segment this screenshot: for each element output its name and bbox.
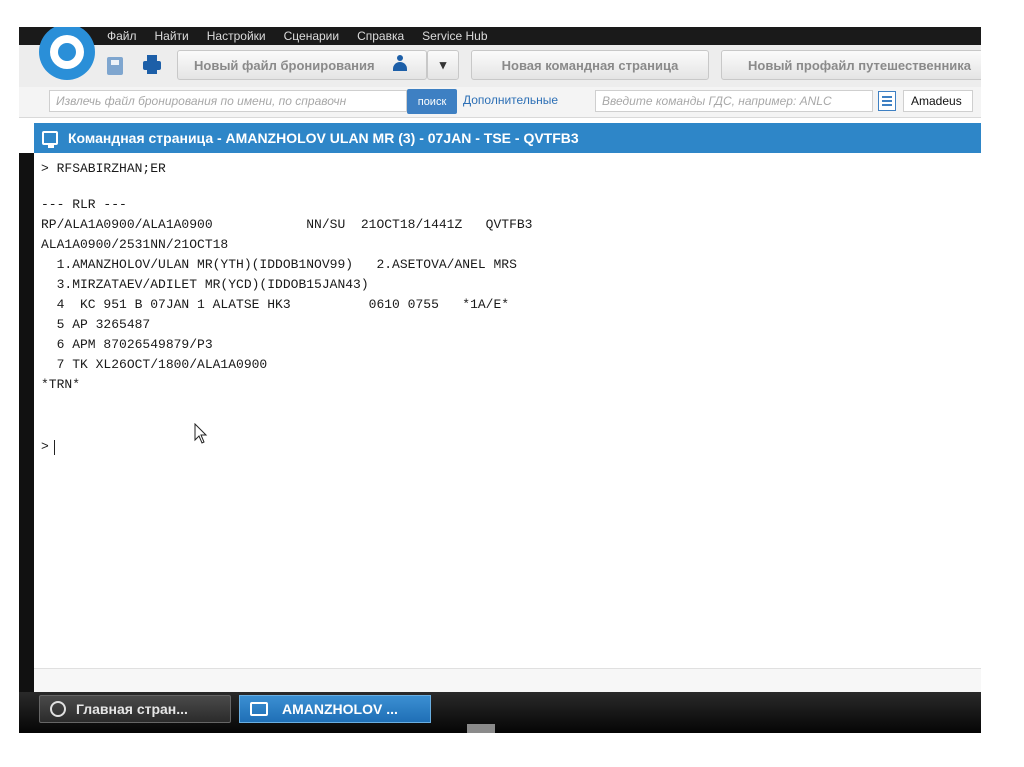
new-command-page-label: Новая командная страница — [501, 57, 679, 73]
provider-select[interactable]: Amadeus — [903, 90, 973, 112]
terminal-line: --- RLR --- — [41, 197, 127, 212]
taskbar-item-label: Главная стран... — [76, 701, 188, 717]
status-area — [34, 668, 981, 693]
menu-scenarios[interactable]: Сценарии — [284, 29, 339, 43]
terminal-line: RP/ALA1A0900/ALA1A0900 NN/SU 21OCT18/144… — [41, 217, 533, 232]
terminal-line: 6 APM 87026549879/P3 — [41, 337, 213, 352]
left-panel-edge — [19, 153, 34, 713]
new-traveler-profile-label: Новый профайл путешественника — [748, 57, 972, 73]
menu-settings[interactable]: Настройки — [207, 29, 266, 43]
menu-file[interactable]: Файл — [107, 29, 137, 43]
taskbar: Главная стран... AMANZHOLOV ... — [19, 692, 981, 733]
gds-command-input[interactable] — [595, 90, 873, 112]
menu-find[interactable]: Найти — [155, 29, 189, 43]
print-icon[interactable] — [143, 55, 161, 75]
menu-service-hub[interactable]: Service Hub — [422, 29, 487, 43]
new-booking-file-button[interactable]: Новый файл бронирования — [177, 50, 427, 80]
menu-help[interactable]: Справка — [357, 29, 404, 43]
terminal-line: > RFSABIRZHAN;ER — [41, 161, 166, 176]
taskbar-item-command-page[interactable]: AMANZHOLOV ... — [239, 695, 431, 723]
search-button-label: поиск — [417, 95, 447, 108]
toolbar: Новый файл бронирования ▾ Новая командна… — [19, 45, 981, 87]
terminal-line: 3.MIRZATAEV/ADILET MR(YCD)(IDDOB15JAN43) — [41, 277, 369, 292]
taskbar-item-home[interactable]: Главная стран... — [39, 695, 231, 723]
terminal-icon — [250, 702, 268, 716]
terminal-line: 7 TK XL26OCT/1800/ALA1A0900 — [41, 357, 268, 372]
scroll-handle[interactable] — [467, 724, 495, 733]
new-booking-file-label: Новый файл бронирования — [194, 57, 375, 73]
search-bar: поиск Дополнительные Amadeus — [19, 87, 981, 118]
search-button[interactable]: поиск — [407, 89, 457, 114]
save-icon[interactable] — [107, 57, 123, 75]
advanced-search-link[interactable]: Дополнительные — [463, 93, 558, 107]
booking-dropdown-button[interactable]: ▾ — [427, 50, 459, 80]
terminal-line: 1.AMANZHOLOV/ULAN MR(YTH)(IDDOB1NOV99) 2… — [41, 257, 517, 272]
terminal-line: 4 KC 951 B 07JAN 1 ALATSE HK3 0610 0755 … — [41, 297, 510, 312]
terminal-line: *TRN* — [41, 377, 81, 392]
terminal-line: 5 AP 3265487 — [41, 317, 151, 332]
amadeus-app-icon — [50, 701, 66, 717]
new-traveler-profile-button[interactable]: Новый профайл путешественника — [721, 50, 981, 80]
menu-items: Файл Найти Настройки Сценарии Справка Se… — [107, 27, 488, 45]
terminal-prompt: > — [41, 439, 49, 454]
booking-search-input[interactable] — [49, 90, 407, 112]
text-cursor — [54, 440, 55, 455]
person-icon — [393, 55, 407, 71]
dropdown-arrow-icon: ▾ — [439, 57, 447, 72]
menu-bar: Файл Найти Настройки Сценарии Справка Se… — [19, 27, 981, 45]
mouse-pointer-icon — [194, 423, 208, 444]
taskbar-item-label: AMANZHOLOV ... — [282, 701, 398, 717]
command-page-title: Командная страница - AMANZHOLOV ULAN MR … — [68, 130, 579, 146]
new-command-page-button[interactable]: Новая командная страница — [471, 50, 709, 80]
terminal-line: ALA1A0900/2531NN/21OCT18 — [41, 237, 229, 252]
command-page-titlebar: Командная страница - AMANZHOLOV ULAN MR … — [34, 123, 981, 153]
application-window: Файл Найти Настройки Сценарии Справка Se… — [19, 27, 981, 733]
terminal-area[interactable]: > RFSABIRZHAN;ER --- RLR --- RP/ALA1A090… — [34, 153, 981, 668]
list-icon[interactable] — [878, 91, 896, 111]
terminal-icon — [42, 131, 58, 148]
provider-select-value: Amadeus — [911, 94, 962, 108]
